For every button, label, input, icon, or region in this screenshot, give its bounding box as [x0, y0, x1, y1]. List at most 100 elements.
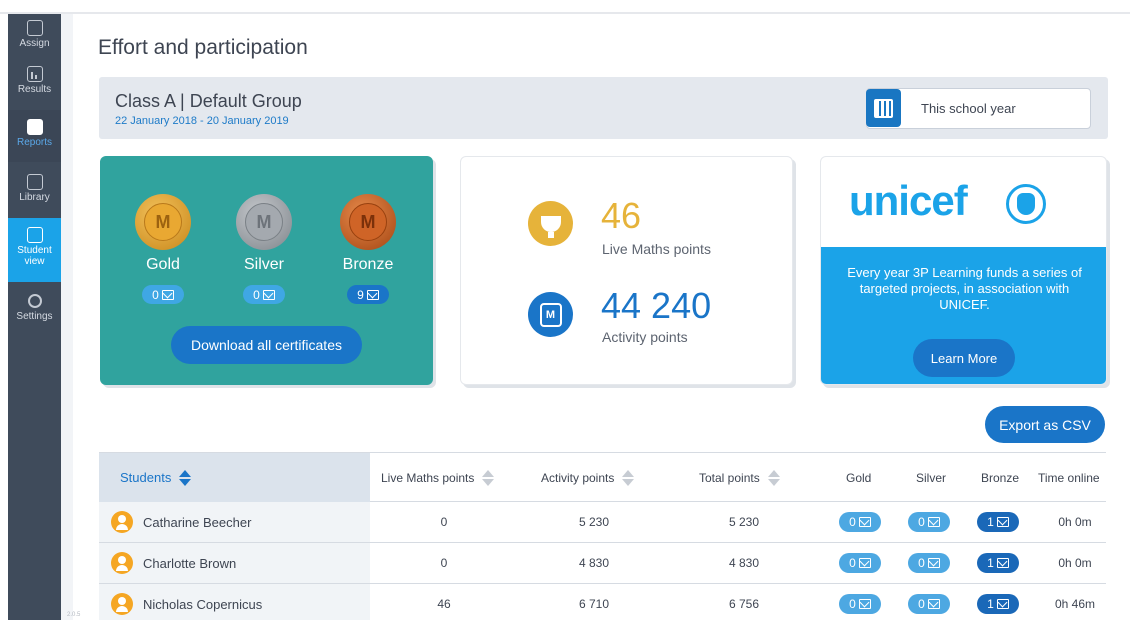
badge-count: 0 — [849, 515, 856, 529]
bronze-cell: 1 — [973, 502, 1023, 542]
certificate-icon — [858, 599, 871, 609]
table-header: Students Live Maths points Activity poin… — [99, 452, 1106, 502]
assign-icon — [26, 20, 43, 36]
bronze-count-badge[interactable]: 9 — [347, 285, 389, 304]
unicef-globe-icon — [1006, 184, 1046, 224]
results-icon — [26, 66, 43, 82]
column-header-students[interactable]: Students — [120, 453, 192, 502]
table-row[interactable]: Catharine Beecher 0 5 230 5 230 0 0 1 0h… — [99, 502, 1106, 543]
column-header-gold: Gold — [846, 470, 872, 485]
table-row[interactable]: Charlotte Brown 0 4 830 4 830 0 0 1 0h 0… — [99, 543, 1106, 584]
table-row[interactable]: Nicholas Copernicus 46 6 710 6 756 0 0 1… — [99, 584, 1106, 620]
sidebar-item-library[interactable]: Library — [8, 166, 61, 216]
gold-label: Gold — [146, 256, 180, 273]
avatar-icon — [111, 511, 133, 533]
certificate-icon — [161, 289, 174, 300]
live-points-cell: 0 — [440, 556, 448, 570]
certificate-icon — [996, 517, 1009, 527]
certificate-icon — [996, 558, 1009, 568]
silver-count-badge[interactable]: 0 — [243, 285, 285, 304]
certificate-icon — [366, 289, 379, 300]
column-header-label: Students — [120, 470, 172, 485]
certificate-icon — [927, 558, 940, 568]
gold-cell: 0 — [835, 502, 885, 542]
reports-icon — [26, 119, 43, 135]
gold-count-badge[interactable]: 0 — [142, 285, 184, 304]
export-csv-button[interactable]: Export as CSV — [985, 406, 1105, 443]
students-table: Students Live Maths points Activity poin… — [99, 452, 1106, 620]
badge-count: 1 — [987, 515, 994, 529]
column-header-silver: Silver — [916, 470, 947, 485]
bronze-count: 9 — [357, 287, 364, 302]
activity-points-label: Activity points — [602, 329, 688, 345]
bronze-badge[interactable]: 1 — [977, 594, 1019, 614]
class-date-range: 22 January 2018 - 20 January 2019 — [115, 115, 289, 127]
certificate-icon — [858, 558, 871, 568]
student-name: Charlotte Brown — [143, 555, 237, 571]
gold-badge[interactable]: 0 — [839, 512, 881, 532]
sidebar-item-settings[interactable]: Settings — [8, 286, 61, 336]
sidebar-item-reports[interactable]: Reports — [8, 110, 61, 162]
download-certificates-button[interactable]: Download all certificates — [171, 326, 362, 364]
certificate-icon — [927, 599, 940, 609]
column-header-activity-points[interactable]: Activity points — [541, 453, 635, 502]
silver-badge[interactable]: 0 — [908, 512, 950, 532]
bronze-badge[interactable]: 1 — [977, 553, 1019, 573]
sort-icon — [622, 469, 635, 486]
trophy-icon — [528, 201, 573, 246]
bronze-badge[interactable]: 1 — [977, 512, 1019, 532]
total-points-cell: 4 830 — [728, 556, 760, 570]
avatar-icon — [111, 552, 133, 574]
activity-points-cell: 6 710 — [578, 597, 610, 611]
silver-cell: 0 — [904, 584, 954, 620]
sidebar-item-label: Library — [19, 192, 50, 203]
silver-badge[interactable]: 0 — [908, 553, 950, 573]
sidebar-item-results[interactable]: Results — [8, 60, 61, 108]
gold-badge[interactable]: 0 — [839, 553, 881, 573]
badge-count: 0 — [918, 515, 925, 529]
live-points-cell: 46 — [437, 597, 451, 611]
activity-points-cell: 4 830 — [578, 556, 610, 570]
student-cell: Charlotte Brown — [99, 543, 370, 583]
badge-count: 1 — [987, 597, 994, 611]
bronze-cell: 1 — [973, 543, 1023, 583]
activity-icon: M — [528, 292, 573, 337]
points-card: 46 Live Maths points M 44 240 Activity p… — [460, 156, 793, 385]
content-left-strip — [61, 14, 73, 620]
sidebar-item-label: Student view — [17, 245, 52, 267]
learn-more-button[interactable]: Learn More — [913, 339, 1015, 377]
sidebar-item-label: Assign — [19, 38, 50, 49]
avatar-icon — [111, 593, 133, 615]
unicef-logo: unicef — [849, 177, 968, 224]
gold-cell: 0 — [835, 543, 885, 583]
live-maths-points-value: 46 — [601, 195, 642, 236]
sidebar-item-assign[interactable]: Assign — [8, 14, 61, 50]
total-points-cell: 5 230 — [728, 515, 760, 529]
period-selector[interactable]: This school year — [866, 88, 1091, 129]
column-header-live-maths-points[interactable]: Live Maths points — [381, 453, 495, 502]
time-online-cell: 0h 0m — [1058, 556, 1092, 570]
unicef-card: unicef Every year 3P Learning funds a se… — [820, 156, 1107, 385]
bronze-cell: 1 — [973, 584, 1023, 620]
version-label: 2.0.5 — [67, 612, 81, 618]
gold-count: 0 — [152, 287, 159, 302]
gold-badge[interactable]: 0 — [839, 594, 881, 614]
student-view-icon — [26, 227, 43, 243]
badge-count: 0 — [918, 597, 925, 611]
live-points-cell: 0 — [440, 515, 448, 529]
calendar-icon — [866, 89, 901, 127]
page-title: Effort and participation — [98, 36, 308, 59]
sidebar-item-label: Settings — [16, 311, 53, 322]
sidebar-item-label: Results — [17, 84, 52, 95]
silver-cell: 0 — [904, 502, 954, 542]
badge-count: 0 — [918, 556, 925, 570]
column-header-total-points[interactable]: Total points — [699, 453, 780, 502]
sidebar-item-student-view[interactable]: Student view — [8, 218, 61, 282]
badge-count: 1 — [987, 556, 994, 570]
column-header-bronze: Bronze — [981, 470, 1020, 485]
student-name: Catharine Beecher — [143, 514, 252, 530]
silver-badge[interactable]: 0 — [908, 594, 950, 614]
column-header-label: Total points — [699, 470, 760, 485]
certificate-icon — [996, 599, 1009, 609]
sidebar-item-label: Reports — [16, 137, 52, 148]
